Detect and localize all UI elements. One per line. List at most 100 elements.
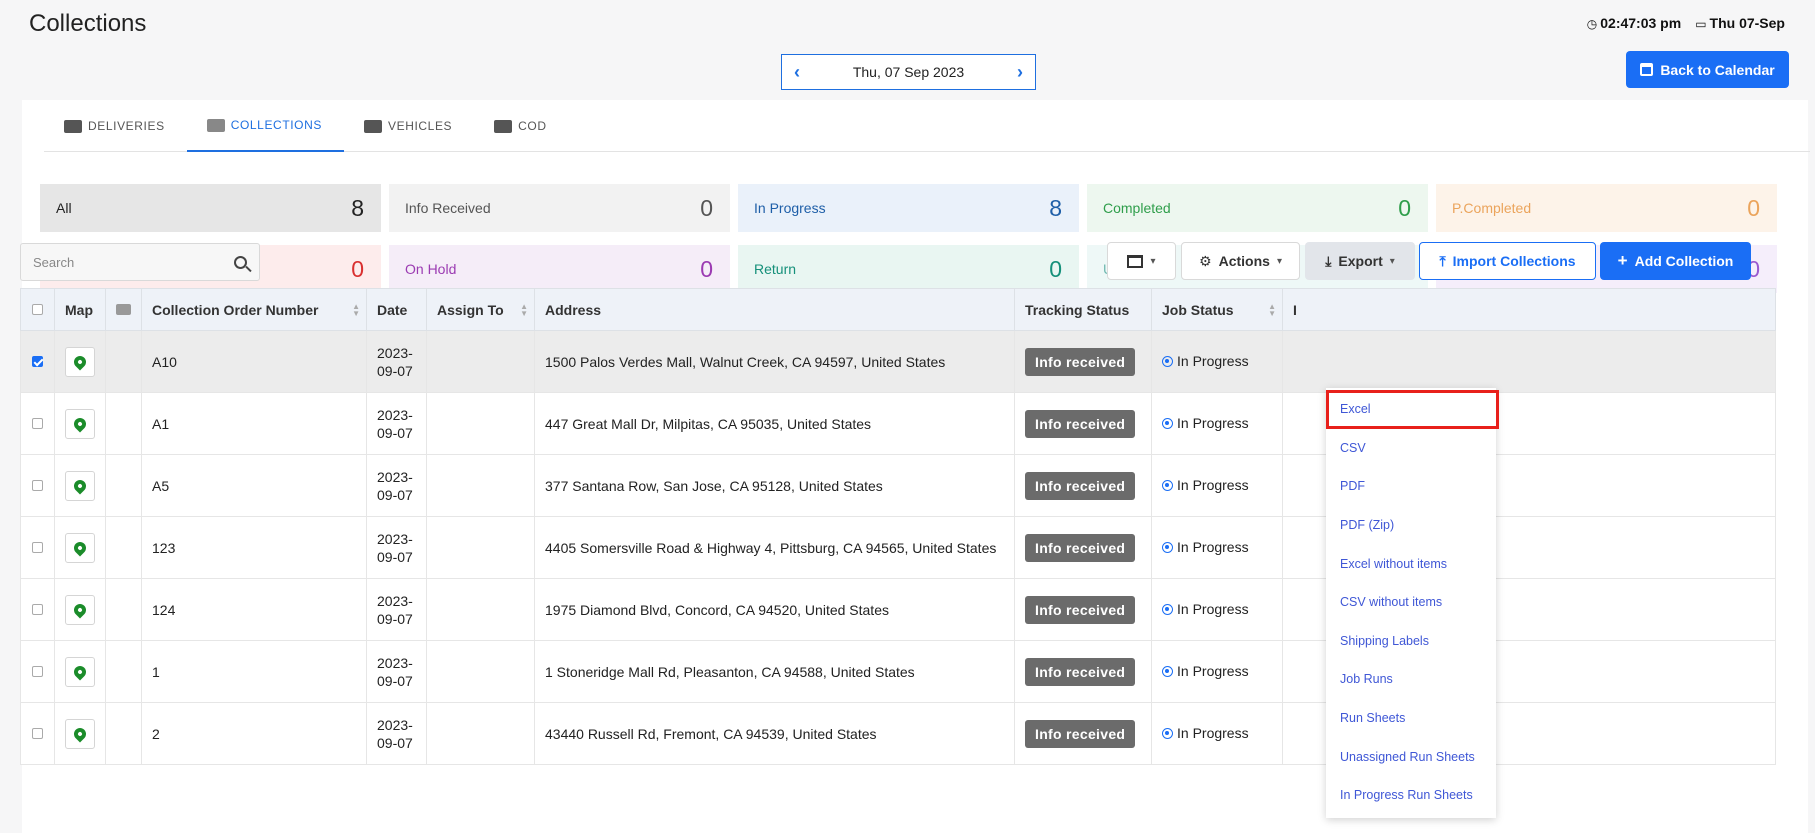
row-select-cell <box>20 702 55 765</box>
export-option-pdf[interactable]: PDF <box>1326 467 1496 506</box>
row-checkbox[interactable] <box>32 665 43 677</box>
export-button[interactable]: ⤓ Export ▾ <box>1305 242 1415 280</box>
status-tile-in-progress[interactable]: In Progress 8 <box>738 184 1079 232</box>
photo-cell <box>105 330 142 393</box>
import-collections-button[interactable]: ⤒ Import Collections <box>1419 242 1596 280</box>
header-date[interactable]: Date <box>366 288 427 331</box>
sort-icon[interactable]: ▲ ▼ <box>1268 303 1276 318</box>
export-option-job-runs[interactable]: Job Runs <box>1326 660 1496 699</box>
table-row[interactable]: A10 2023- 09-07 1500 Palos Verdes Mall, Wa… <box>20 330 1776 393</box>
assign-to-cell[interactable] <box>426 640 535 703</box>
header-extra[interactable]: I <box>1282 288 1776 331</box>
sort-icon[interactable]: ▲ ▼ <box>352 303 360 318</box>
order-number-cell[interactable]: 2 <box>141 702 367 765</box>
header-assign-to[interactable]: Assign To ▲ ▼ <box>426 288 535 331</box>
map-button[interactable] <box>65 656 95 687</box>
table-row[interactable]: 124 2023- 09-07 1975 Diamond Blvd, Concord… <box>20 578 1776 641</box>
export-option-in-progress-run-sheets[interactable]: In Progress Run Sheets <box>1326 776 1496 815</box>
map-button[interactable] <box>65 594 95 625</box>
assign-to-cell[interactable] <box>426 516 535 579</box>
export-option-pdf-zip[interactable]: PDF (Zip) <box>1326 506 1496 545</box>
assign-to-cell[interactable] <box>426 454 535 517</box>
map-pin-icon <box>71 353 89 370</box>
row-checkbox[interactable] <box>32 727 43 739</box>
export-option-unassigned-run-sheets[interactable]: Unassigned Run Sheets <box>1326 737 1496 776</box>
status-tile-all[interactable]: All 8 <box>40 184 381 232</box>
map-cell <box>54 392 106 455</box>
prev-day-button[interactable]: ‹ <box>794 62 800 83</box>
assign-to-cell[interactable] <box>426 702 535 765</box>
tab-deliveries[interactable]: DELIVERIES <box>44 100 187 152</box>
status-tile-return[interactable]: Return 0 <box>738 245 1079 293</box>
export-option-excel[interactable]: Excel <box>1326 390 1499 429</box>
table-row[interactable]: 2 2023- 09-07 43440 Russell Rd, Fremont, C… <box>20 702 1776 765</box>
search-box[interactable]: Search <box>20 243 260 281</box>
tab-collections[interactable]: COLLECTIONS <box>186 100 344 152</box>
row-checkbox[interactable] <box>32 541 43 553</box>
search-input[interactable]: Search <box>33 255 74 270</box>
map-button[interactable] <box>65 470 95 501</box>
header-tracking-status[interactable]: Tracking Status <box>1014 288 1152 331</box>
next-day-button[interactable]: › <box>1017 62 1023 83</box>
export-option-excel-without-items[interactable]: Excel without items <box>1326 544 1496 583</box>
chevron-down-icon: ▾ <box>1389 255 1395 267</box>
selected-date[interactable]: Thu, 07 Sep 2023 <box>853 64 964 80</box>
progress-icon <box>1162 541 1173 553</box>
tab-cod[interactable]: COD <box>474 100 568 152</box>
table-row[interactable]: A1 2023- 09-07 447 Great Mall Dr, Milpitas… <box>20 392 1776 455</box>
row-checkbox[interactable] <box>32 417 43 429</box>
table-row[interactable]: A5 2023- 09-07 377 Santana Row, San Jose, … <box>20 454 1776 517</box>
map-button[interactable] <box>65 532 95 563</box>
map-cell <box>54 516 106 579</box>
status-tile-label: Completed <box>1103 200 1171 216</box>
map-button[interactable] <box>65 346 95 377</box>
gear-icon: ⚙ <box>1199 252 1212 269</box>
add-collection-button[interactable]: + Add Collection <box>1600 242 1751 280</box>
map-button[interactable] <box>65 718 95 749</box>
sort-icon[interactable]: ▲ ▼ <box>520 303 528 318</box>
header-order-number[interactable]: Collection Order Number ▲ ▼ <box>141 288 367 331</box>
export-option-csv-without-items[interactable]: CSV without items <box>1326 583 1496 622</box>
map-button[interactable] <box>65 408 95 439</box>
assign-to-cell[interactable] <box>426 392 535 455</box>
row-checkbox[interactable] <box>32 603 43 615</box>
order-number-cell[interactable]: 123 <box>141 516 367 579</box>
header-job-status[interactable]: Job Status ▲ ▼ <box>1151 288 1283 331</box>
export-option-shipping-labels[interactable]: Shipping Labels <box>1326 622 1496 661</box>
status-tile-completed[interactable]: Completed 0 <box>1087 184 1428 232</box>
assign-to-cell[interactable] <box>426 578 535 641</box>
status-tile-p-completed[interactable]: P.Completed 0 <box>1436 184 1777 232</box>
search-icon[interactable] <box>234 255 247 269</box>
export-option-csv[interactable]: CSV <box>1326 429 1496 468</box>
photo-cell <box>105 516 142 579</box>
status-tile-on-hold[interactable]: On Hold 0 <box>389 245 730 293</box>
date-cell: 2023- 09-07 <box>366 392 427 455</box>
export-label: Export <box>1338 253 1383 269</box>
tracking-status-cell: Info received <box>1014 640 1152 703</box>
row-select-cell <box>20 392 55 455</box>
export-option-run-sheets[interactable]: Run Sheets <box>1326 699 1496 738</box>
row-checkbox[interactable] <box>32 355 43 367</box>
clock: ◷ 02:47:03 pm ▭ Thu 07-Sep <box>1587 15 1785 31</box>
order-number-cell[interactable]: 1 <box>141 640 367 703</box>
header-address[interactable]: Address <box>534 288 1015 331</box>
status-tile-info-received[interactable]: Info Received 0 <box>389 184 730 232</box>
tab-label: COLLECTIONS <box>230 118 322 132</box>
row-checkbox[interactable] <box>32 479 43 491</box>
table-row[interactable]: 123 2023- 09-07 4405 Somersville Road & Hi… <box>20 516 1776 579</box>
select-all-checkbox[interactable] <box>32 303 43 315</box>
header-photo <box>105 288 142 331</box>
table-row[interactable]: 1 2023- 09-07 1 Stoneridge Mall Rd, Pleasa… <box>20 640 1776 703</box>
order-number-cell[interactable]: 124 <box>141 578 367 641</box>
order-number-cell[interactable]: A5 <box>141 454 367 517</box>
back-to-calendar-button[interactable]: Back to Calendar <box>1626 51 1789 88</box>
actions-button[interactable]: ⚙ Actions ▾ <box>1181 242 1300 280</box>
photo-cell <box>105 640 142 703</box>
order-number-cell[interactable]: A10 <box>141 330 367 393</box>
column-picker-button[interactable]: ▾ <box>1107 242 1176 280</box>
order-number-cell[interactable]: A1 <box>141 392 367 455</box>
header-map[interactable]: Map <box>54 288 106 331</box>
tab-vehicles[interactable]: VEHICLES <box>344 100 474 152</box>
tracking-status-badge: Info received <box>1025 347 1136 376</box>
assign-to-cell[interactable] <box>426 330 535 393</box>
